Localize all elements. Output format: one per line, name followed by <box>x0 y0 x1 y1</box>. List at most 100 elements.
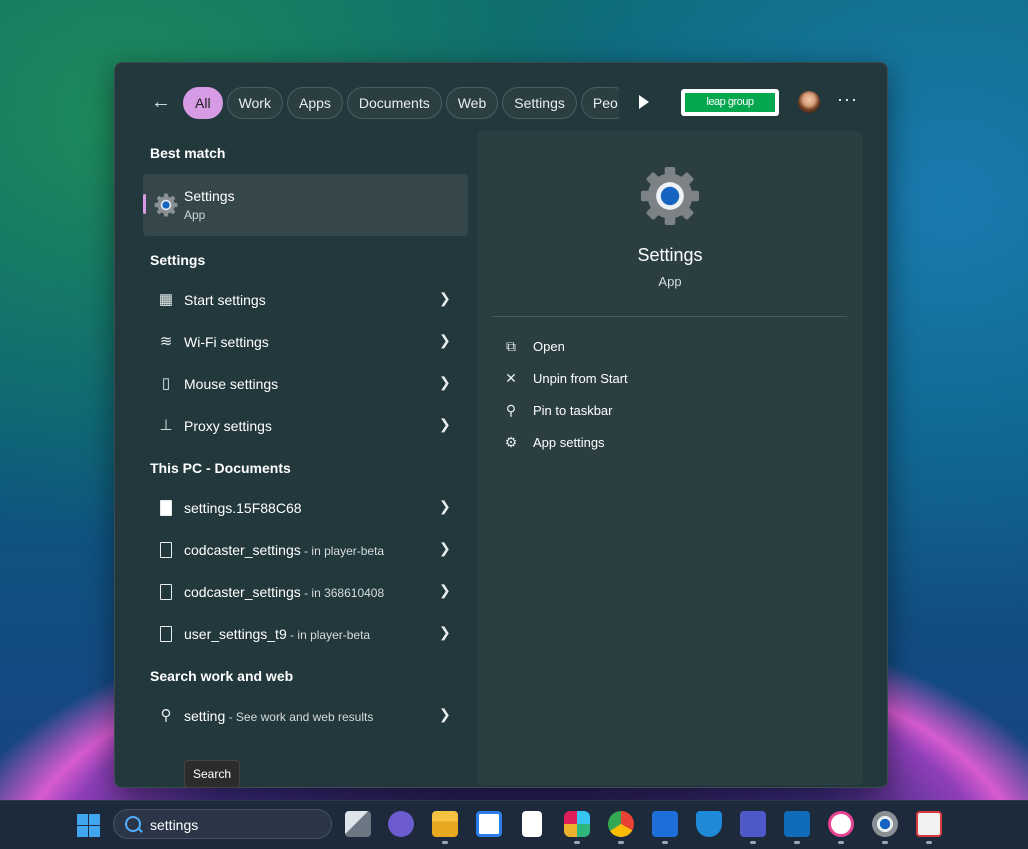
action-label: Open <box>533 339 565 354</box>
document-result[interactable]: user_settings_t9 - in player-beta ❯ <box>143 615 468 653</box>
document-result[interactable]: codcaster_settings - in player-beta ❯ <box>143 531 468 569</box>
result-label: Proxy settings <box>184 418 272 434</box>
best-match-title: Settings <box>184 188 235 204</box>
result-mouse-settings[interactable]: ▯ Mouse settings ❯ <box>143 365 468 403</box>
chevron-right-icon[interactable]: ❯ <box>439 290 451 307</box>
user-avatar[interactable] <box>798 91 820 113</box>
settings-section-heading: Settings <box>150 252 206 268</box>
documents-section-heading: This PC - Documents <box>150 460 291 476</box>
chip-web[interactable]: Web <box>445 87 499 119</box>
outlook-icon[interactable] <box>784 811 810 837</box>
action-label: App settings <box>533 435 605 450</box>
result-proxy-settings[interactable]: ⊥ Proxy settings ❯ <box>143 407 468 445</box>
proxy-icon: ⊥ <box>159 417 173 434</box>
wifi-icon: ≋ <box>159 333 173 350</box>
chip-settings[interactable]: Settings <box>502 87 577 119</box>
running-indicator <box>750 841 756 844</box>
chevron-right-icon[interactable]: ❯ <box>439 624 451 641</box>
best-match-subtitle: App <box>184 208 206 222</box>
more-options-icon[interactable]: ··· <box>837 89 858 110</box>
chevron-right-icon[interactable]: ❯ <box>439 374 451 391</box>
running-indicator <box>618 841 624 844</box>
preview-pane: Settings App ⧉ Open ✕ Unpin from Start ⚲… <box>477 131 863 785</box>
result-label: Start settings <box>184 292 266 308</box>
start-search-panel: ← All Work Apps Documents Web Settings Peo lea… <box>114 62 888 788</box>
chevron-right-icon[interactable]: ❯ <box>439 416 451 433</box>
web-search-result[interactable]: ⚲ setting - See work and web results ❯ <box>143 697 468 735</box>
chevron-right-icon[interactable]: ❯ <box>439 498 451 515</box>
settings-gear-large-icon <box>640 166 700 226</box>
document-name: codcaster_settings - in player-beta <box>184 542 385 558</box>
result-wifi-settings[interactable]: ≋ Wi-Fi settings ❯ <box>143 323 468 361</box>
document-result[interactable]: codcaster_settings - in 368610408 ❯ <box>143 573 468 611</box>
settings-taskbar-icon[interactable] <box>872 811 898 837</box>
defender-shield-icon[interactable] <box>696 811 722 837</box>
chip-apps[interactable]: Apps <box>286 87 343 119</box>
task-view-icon[interactable] <box>345 811 371 837</box>
running-indicator <box>838 841 844 844</box>
slack-icon[interactable] <box>564 811 590 837</box>
document-icon <box>157 499 175 517</box>
teams-icon[interactable] <box>740 811 766 837</box>
chevron-right-icon[interactable]: ❯ <box>439 332 451 349</box>
best-match-item[interactable]: Settings App <box>143 174 468 236</box>
chrome-icon[interactable] <box>608 811 634 837</box>
web-query: setting - See work and web results <box>184 708 374 724</box>
microsoft-store-icon[interactable] <box>476 811 502 837</box>
filter-chips: All Work Apps Documents Web Settings Peo <box>183 87 619 119</box>
result-label: Mouse settings <box>184 376 279 392</box>
running-indicator <box>882 841 888 844</box>
taskbar-search-input[interactable] <box>148 814 322 836</box>
scroll-chips-play-icon[interactable] <box>639 95 649 109</box>
web-section-heading: Search work and web <box>150 668 294 684</box>
people-icon[interactable] <box>652 811 678 837</box>
chip-work[interactable]: Work <box>226 87 283 119</box>
selection-accent <box>143 194 146 214</box>
back-arrow-icon[interactable]: ← <box>151 91 173 113</box>
chip-people[interactable]: Peo <box>580 87 619 119</box>
document-result[interactable]: settings.15F88C68 ❯ <box>143 489 468 527</box>
org-logo[interactable]: leap group <box>681 89 779 116</box>
taskbar-search-box[interactable] <box>113 809 332 839</box>
notepad-icon[interactable] <box>522 811 542 837</box>
open-external-icon: ⧉ <box>506 338 516 354</box>
document-icon <box>157 541 175 559</box>
file-explorer-icon[interactable] <box>432 811 458 837</box>
chat-icon[interactable] <box>388 811 414 837</box>
search-icon <box>125 816 141 832</box>
document-name: user_settings_t9 - in player-beta <box>184 626 371 642</box>
running-indicator <box>926 841 932 844</box>
running-indicator <box>662 841 668 844</box>
divider <box>493 316 847 317</box>
chip-documents[interactable]: Documents <box>346 87 442 119</box>
document-icon <box>157 583 175 601</box>
preview-subtitle: App <box>658 274 682 289</box>
document-name: settings.15F88C68 <box>184 500 302 516</box>
document-icon <box>157 625 175 643</box>
itunes-icon[interactable] <box>828 811 854 837</box>
result-label: Wi-Fi settings <box>184 334 269 350</box>
chevron-right-icon[interactable]: ❯ <box>439 706 451 723</box>
gear-icon: ⚙ <box>504 434 518 450</box>
mouse-icon: ▯ <box>161 375 171 392</box>
snipping-tool-icon[interactable] <box>916 811 942 837</box>
running-indicator <box>442 841 448 844</box>
chevron-right-icon[interactable]: ❯ <box>439 540 451 557</box>
search-tooltip: Search <box>184 760 240 788</box>
running-indicator <box>794 841 800 844</box>
windows-start-icon[interactable] <box>77 814 100 837</box>
result-start-settings[interactable]: ▦ Start settings ❯ <box>143 281 468 319</box>
taskbar <box>0 800 1028 849</box>
filter-bar: ← All Work Apps Documents Web Settings Peo lea… <box>115 63 887 133</box>
start-settings-icon: ▦ <box>158 291 174 308</box>
document-name: codcaster_settings - in 368610408 <box>184 584 385 600</box>
search-icon: ⚲ <box>160 707 172 724</box>
chip-all[interactable]: All <box>183 87 223 119</box>
best-match-heading: Best match <box>150 145 226 161</box>
action-label: Unpin from Start <box>533 371 628 386</box>
unpin-icon: ✕ <box>505 370 517 386</box>
preview-title: Settings <box>637 245 703 265</box>
pin-icon: ⚲ <box>505 402 517 418</box>
chevron-right-icon[interactable]: ❯ <box>439 582 451 599</box>
settings-gear-icon <box>154 193 178 217</box>
